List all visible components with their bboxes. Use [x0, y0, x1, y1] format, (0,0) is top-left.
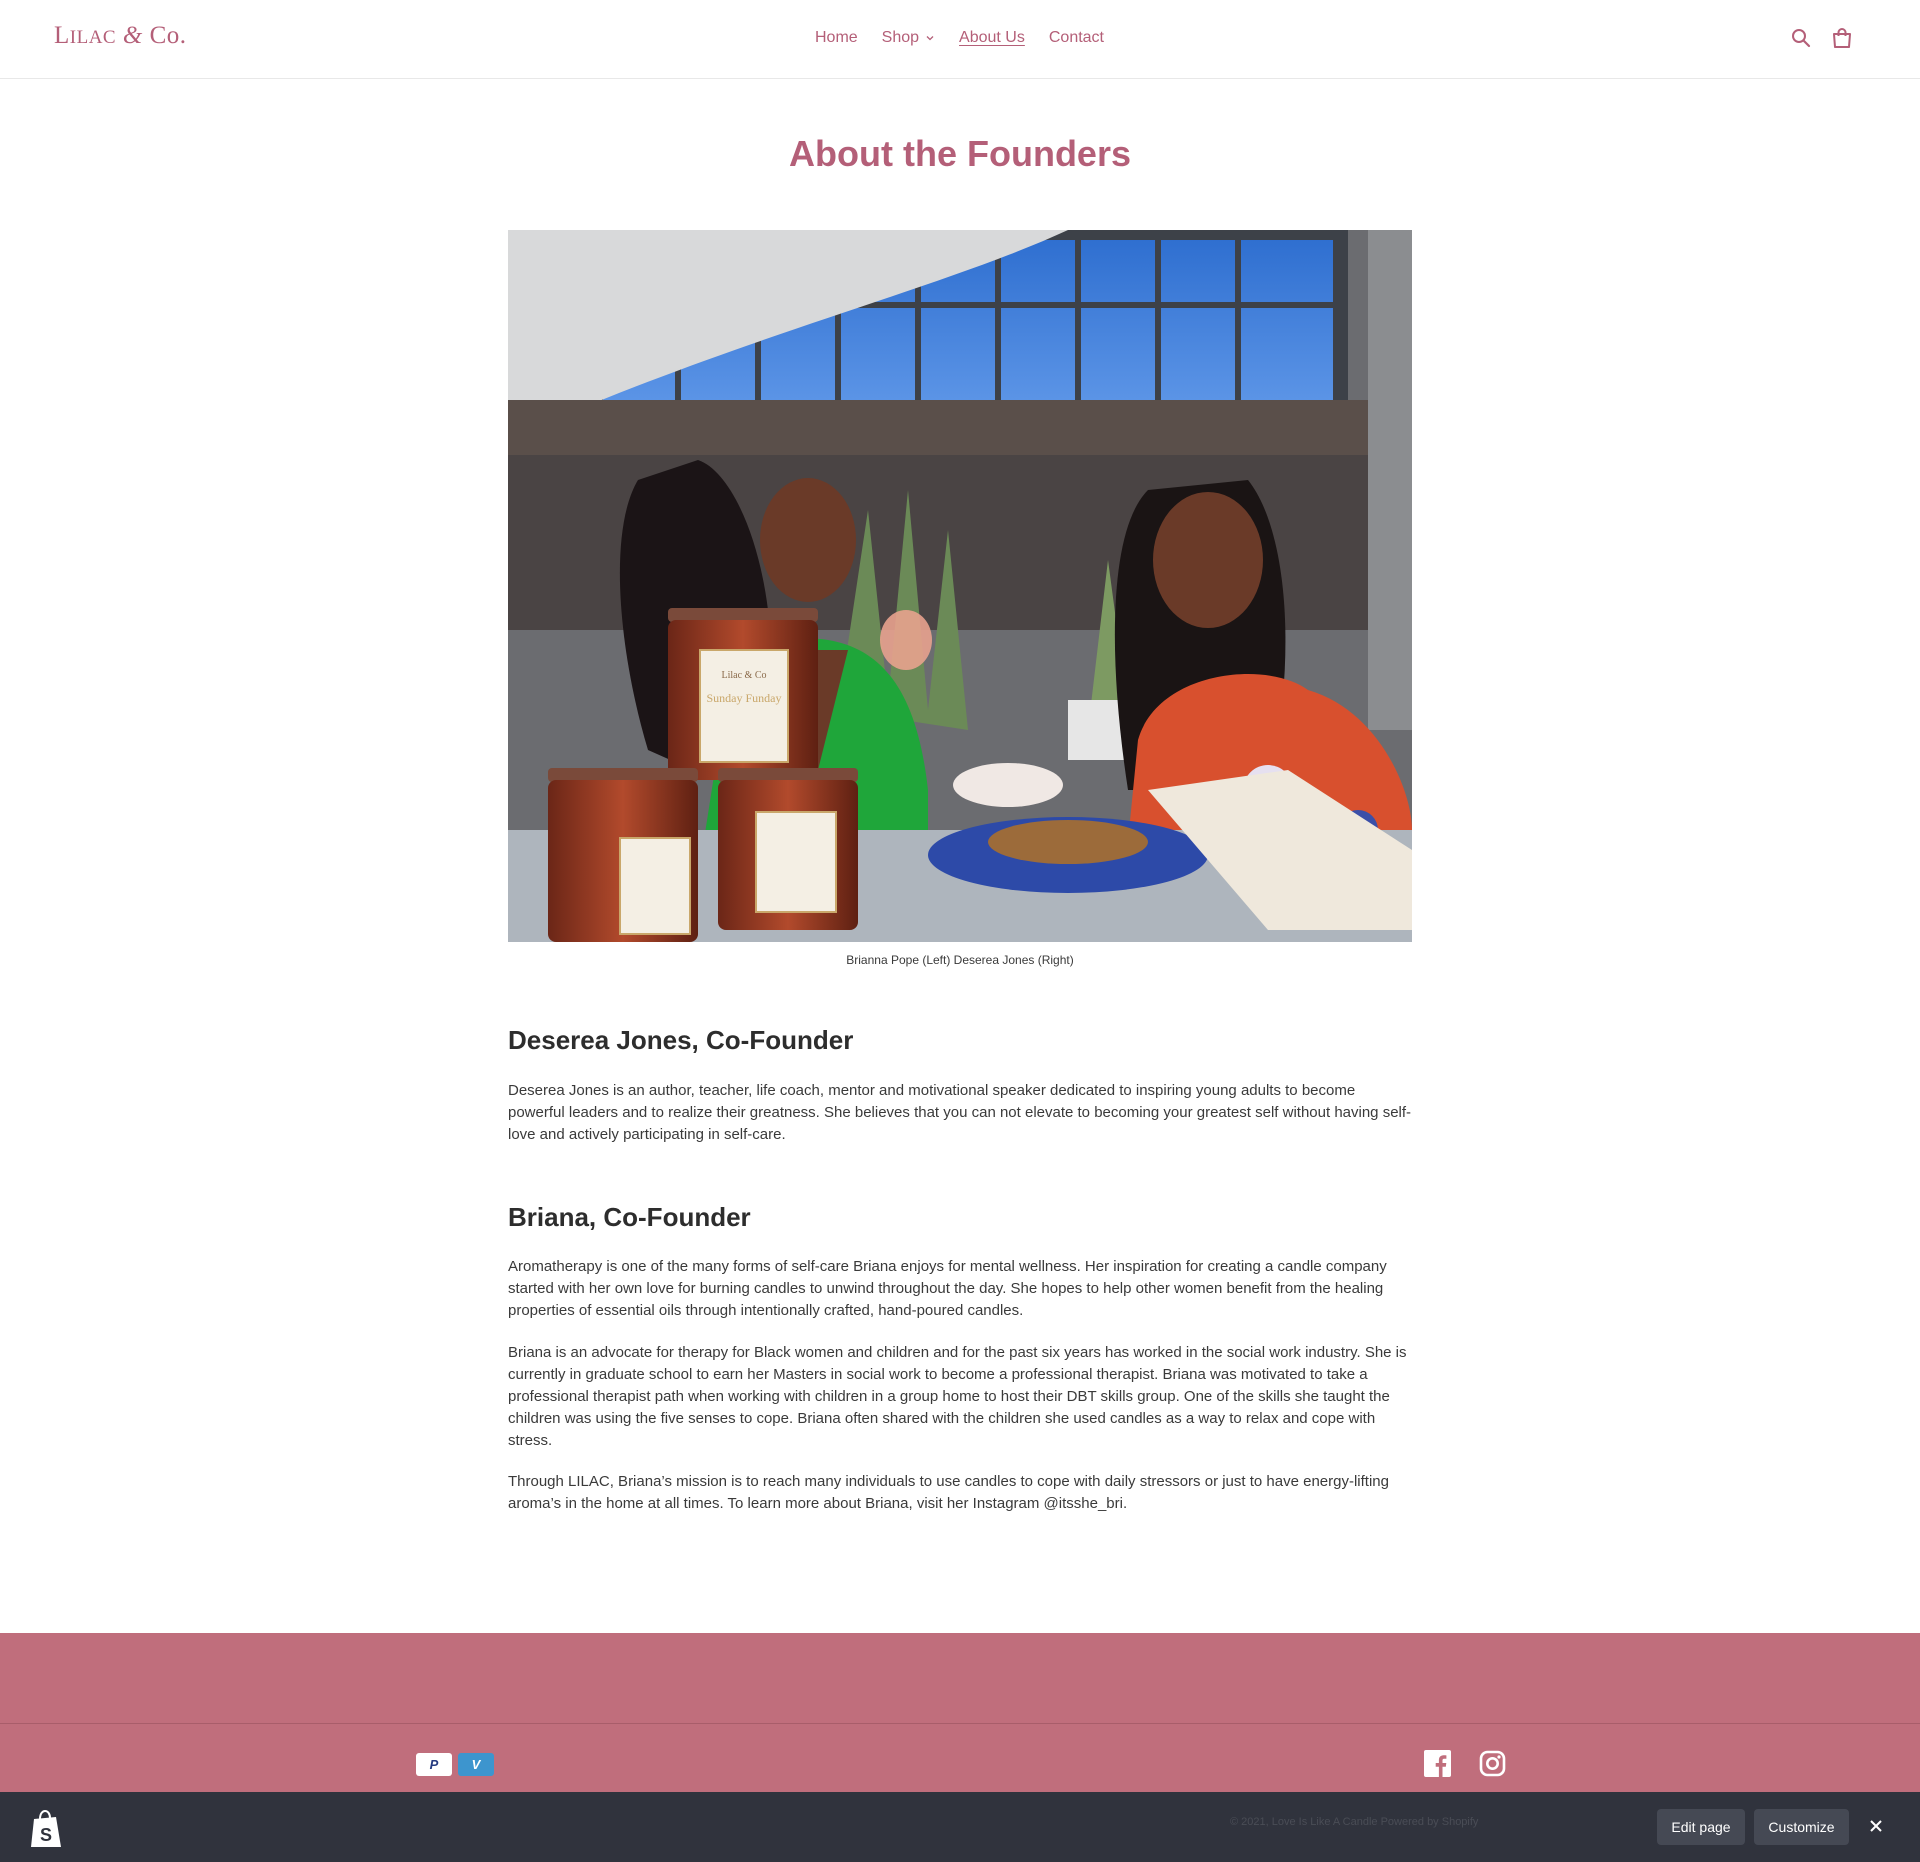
chevron-down-icon: [926, 36, 934, 41]
cart-icon[interactable]: [1830, 26, 1854, 50]
search-icon[interactable]: [1789, 26, 1813, 50]
main-nav: Home Shop About Us Contact: [0, 29, 1920, 47]
founders-photo-illustration: Lilac & Co Sunday Funday: [508, 230, 1412, 942]
paypal-icon: P: [416, 1753, 452, 1776]
facebook-icon[interactable]: [1424, 1750, 1451, 1777]
founder-heading: Deserea Jones, Co-Founder: [508, 1025, 854, 1055]
site-header: LILAC & Co. Home Shop About Us Contact: [0, 0, 1920, 79]
founder-section-briana: Briana, Co-Founder Aromatherapy is one o…: [508, 1202, 1412, 1515]
nav-home-label: Home: [814, 29, 858, 46]
photo-caption: Brianna Pope (Left) Deserea Jones (Right…: [846, 953, 1074, 967]
edit-page-button[interactable]: Edit page: [1657, 1809, 1745, 1845]
founder-paragraph: Deserea Jones is an author, teacher, lif…: [508, 1082, 1412, 1143]
footer-divider: [0, 1723, 1920, 1724]
close-icon[interactable]: [1866, 1816, 1886, 1836]
page-title: About the Founders: [789, 133, 1131, 174]
customize-button[interactable]: Customize: [1754, 1809, 1849, 1845]
site-footer: P V: [0, 1633, 1920, 1794]
founder-heading: Briana, Co-Founder: [508, 1202, 751, 1232]
jar-label-name: Sunday Funday: [707, 691, 782, 705]
founder-paragraph: Briana is an advocate for therapy for Bl…: [508, 1344, 1407, 1449]
shopify-admin-bar: S © 2021, Love Is Like A Candle Powered …: [0, 1792, 1920, 1862]
svg-text:S: S: [40, 1825, 52, 1845]
jar-label-brand: Lilac & Co: [722, 670, 767, 681]
payment-icons: P V: [416, 1753, 494, 1776]
venmo-icon: V: [458, 1753, 494, 1776]
founders-photo: Lilac & Co Sunday Funday: [508, 230, 1412, 942]
social-links: [1424, 1750, 1506, 1777]
nav-shop-label: Shop: [881, 29, 920, 46]
shopify-bag-icon[interactable]: S: [28, 1809, 64, 1849]
instagram-icon[interactable]: [1479, 1750, 1506, 1777]
copyright-text: © 2021, Love Is Like A Candle Powered by…: [1230, 1816, 1479, 1828]
founder-paragraph: Aromatherapy is one of the many forms of…: [508, 1258, 1387, 1319]
nav-contact-label: Contact: [1048, 29, 1104, 46]
main-content: About the Founders Lilac & Co Sunday Fun…: [508, 79, 1412, 1515]
founder-paragraph: Through LILAC, Briana’s mission is to re…: [508, 1473, 1389, 1512]
nav-about-us-label: About Us: [959, 29, 1025, 46]
nav-about-us[interactable]: About Us: [959, 29, 1025, 47]
nav-home[interactable]: Home: [815, 29, 858, 47]
founder-section-deserea: Deserea Jones, Co-Founder Deserea Jones …: [508, 1025, 1412, 1146]
nav-contact[interactable]: Contact: [1049, 29, 1104, 47]
nav-shop[interactable]: Shop: [882, 29, 935, 47]
